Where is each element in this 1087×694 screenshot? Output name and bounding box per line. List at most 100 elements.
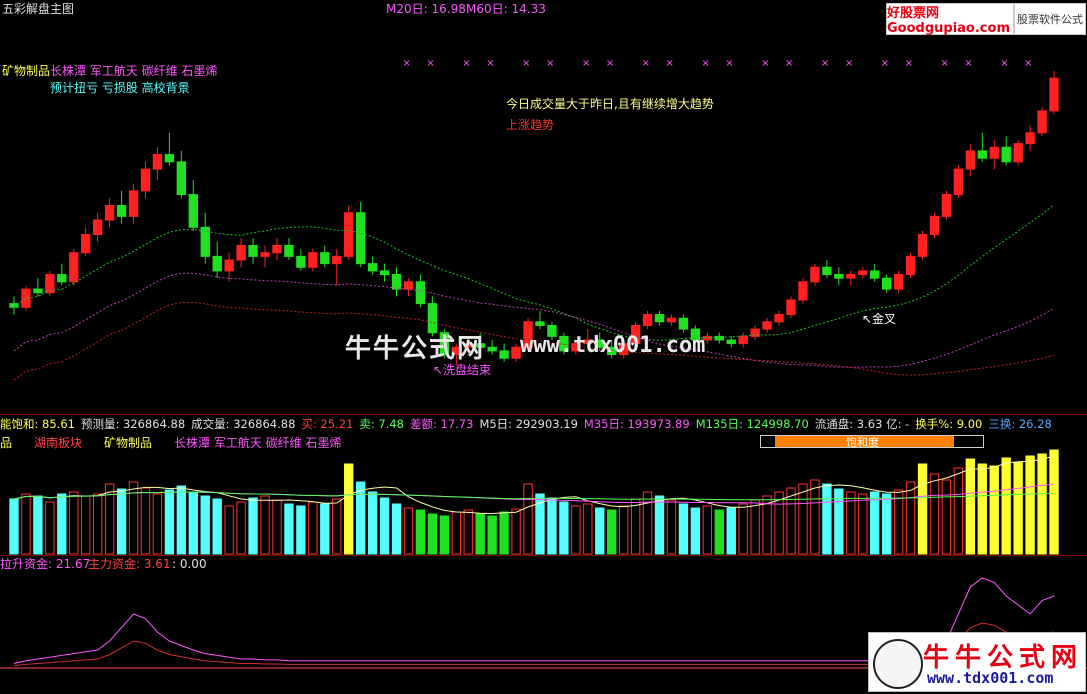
candle-body — [762, 321, 772, 330]
volume-bar — [487, 515, 497, 555]
lift-fund-readout: 拉升资金: 21.67 — [0, 557, 91, 571]
volume-bar — [654, 495, 665, 555]
candle-body — [320, 252, 330, 265]
candle-body — [666, 317, 677, 323]
volume-bar — [690, 507, 701, 555]
volume-bar — [308, 501, 318, 555]
candle-body — [296, 255, 306, 268]
volume-bar — [33, 495, 43, 555]
candle-body — [152, 154, 163, 170]
volume-bar — [702, 505, 713, 555]
candle-body — [272, 244, 282, 254]
info-item: 卖: 7.48 — [359, 417, 404, 431]
volume-bar — [630, 498, 641, 555]
volume-bar — [57, 493, 67, 555]
candle-body — [511, 346, 521, 359]
candle-body — [917, 234, 928, 257]
marker-x: × — [486, 58, 494, 69]
divider — [0, 414, 1087, 415]
candle-body — [499, 350, 509, 359]
marker-x: × — [642, 58, 650, 69]
volume-bar — [403, 507, 414, 555]
marker-x: × — [761, 58, 769, 69]
volume-bar — [463, 509, 473, 555]
marker-x: × — [940, 58, 948, 69]
volume-bar — [224, 505, 234, 555]
volume-bar — [439, 515, 450, 555]
site-logo[interactable]: 牛牛公式网 www.tdx001.com — [868, 632, 1086, 692]
candle-body — [355, 212, 366, 265]
info-item: 差额: 17.73 — [409, 417, 474, 431]
volume-bar — [738, 503, 748, 555]
indicator-info-bar: 能饱和: 85.61 预测量: 326864.88 成交量: 326864.88 买:… — [0, 417, 1052, 431]
volume-bar — [905, 481, 916, 555]
candle-body — [164, 154, 175, 163]
volume-bar — [941, 479, 952, 555]
volume-bar — [618, 505, 629, 555]
volume-bar — [798, 483, 808, 555]
candle-body — [415, 281, 426, 305]
candle-body — [308, 252, 318, 268]
volume-bar — [391, 503, 402, 555]
info-item: 成交量: 326864.88 — [191, 417, 296, 431]
candle-body — [989, 146, 999, 159]
volume-bar — [284, 503, 294, 555]
volume-bar — [559, 501, 569, 555]
candle-body — [977, 150, 987, 159]
volume-bar — [92, 493, 103, 555]
marker-x: × — [821, 58, 829, 69]
volume-bar — [917, 463, 928, 555]
candle-body — [870, 270, 880, 279]
stock-chart-window: 五彩解盘主图 M20日: 16.98 M60日: 14.33 好股票网Goodg… — [0, 0, 1087, 694]
candle-body — [953, 168, 964, 196]
volume-bar — [881, 493, 892, 555]
volume-bar — [786, 487, 796, 555]
marker-x: × — [462, 58, 470, 69]
volume-bar — [989, 465, 999, 555]
volume-bar — [427, 513, 438, 555]
marker-x: × — [881, 58, 889, 69]
candle-body — [57, 274, 67, 283]
candle-body — [140, 168, 151, 192]
candle-body — [391, 274, 402, 290]
volume-bar — [248, 497, 258, 555]
candle-body — [248, 244, 258, 257]
info-item: M135日: 124998.70 — [695, 417, 809, 431]
volume-bar — [200, 495, 210, 555]
candle-body — [379, 270, 390, 276]
candle-body — [367, 263, 378, 272]
candle-body — [81, 234, 91, 254]
info-item: M5日: 292903.19 — [479, 417, 578, 431]
candle-body — [176, 161, 187, 196]
info-item: 三换: 26.28 — [988, 417, 1052, 431]
marker-x: × — [701, 58, 709, 69]
volume-bar — [116, 488, 127, 555]
candle-body — [678, 317, 689, 330]
marker-x: × — [582, 58, 590, 69]
volume-bar — [1025, 455, 1035, 555]
volume-bar — [726, 507, 736, 555]
volume-bar — [152, 493, 163, 555]
candle-body — [332, 255, 342, 265]
volume-bar — [320, 503, 330, 555]
candle-body — [822, 266, 832, 276]
volume-bar — [415, 509, 426, 555]
volume-bar — [523, 483, 533, 555]
candle-body — [1013, 143, 1023, 163]
candle-body — [1001, 146, 1011, 163]
candle-body — [128, 190, 139, 217]
volume-bar — [977, 463, 987, 555]
info-item: 买: 25.21 — [301, 417, 354, 431]
marker-x: × — [964, 58, 972, 69]
candle-body — [1049, 77, 1059, 112]
candle-body — [774, 314, 784, 323]
volume-bar — [678, 503, 689, 555]
candle-body — [726, 339, 736, 345]
candle-body — [881, 277, 892, 290]
volume-chart[interactable] — [0, 444, 1087, 556]
volume-bar — [929, 473, 940, 555]
volume-bar — [188, 491, 198, 555]
candle-body — [236, 244, 246, 261]
volume-bar — [9, 498, 19, 555]
volume-bar — [595, 507, 605, 555]
